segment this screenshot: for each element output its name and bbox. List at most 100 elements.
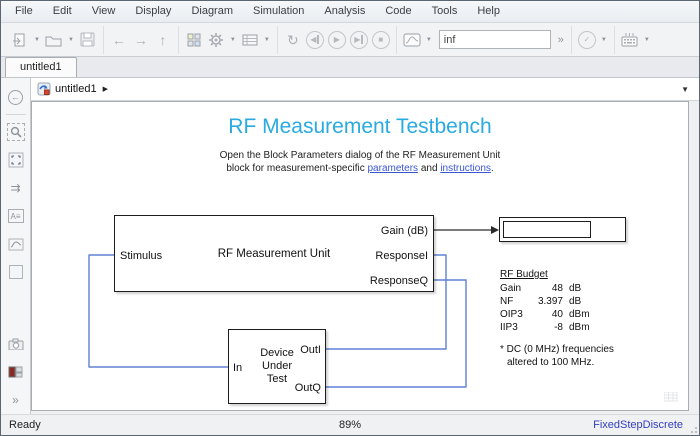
editor-pane: untitled1 ▶ ▼ RF Measurement Testbench O… <box>31 78 699 414</box>
menu-diagram[interactable]: Diagram <box>181 1 243 22</box>
run-button[interactable]: ▶ <box>326 29 348 51</box>
menu-display[interactable]: Display <box>125 1 181 22</box>
toolbar-overflow-chevrons[interactable]: » <box>555 34 567 46</box>
solver-label[interactable]: FixedStepDiscrete <box>593 419 699 431</box>
open-dropdown-caret[interactable]: ▼ <box>65 37 77 43</box>
zoom-button[interactable] <box>5 121 27 143</box>
fit-to-view-icon <box>8 152 24 168</box>
breadcrumb-arrow-icon[interactable]: ▶ <box>103 85 108 93</box>
annotation-button[interactable]: A≡ <box>5 205 27 227</box>
menu-view[interactable]: View <box>82 1 126 22</box>
palette-sidebar: ← ⇉ A≡ <box>1 78 31 414</box>
rf-budget-annotation[interactable]: RF Budget Gain48dB NF3.397dB OIP340dBm I… <box>500 268 614 369</box>
wire-responseQ[interactable] <box>326 280 466 387</box>
device-under-test-block[interactable]: Device Under Test In OutI OutQ <box>228 329 326 404</box>
zoom-icon <box>7 123 25 141</box>
toolbar-debug-group: ▼ <box>615 26 657 54</box>
port-responseQ: ResponseQ <box>370 275 428 287</box>
debug-button[interactable] <box>619 29 641 51</box>
simulink-window: File Edit View Display Diagram Simulatio… <box>0 0 700 436</box>
menu-file[interactable]: File <box>5 1 43 22</box>
rf-budget-row: IIP3-8dBm <box>500 321 614 334</box>
rf-measurement-unit-block[interactable]: RF Measurement Unit Stimulus Gain (dB) R… <box>114 215 434 292</box>
gain-display-block[interactable] <box>499 217 626 242</box>
area-button[interactable] <box>5 261 27 283</box>
menu-help[interactable]: Help <box>467 1 510 22</box>
tab-bar: untitled1 <box>1 57 699 78</box>
update-diagram-icon: ↻ <box>287 33 299 47</box>
step-forward-icon: ▶ <box>350 31 368 49</box>
stop-icon: ■ <box>372 31 390 49</box>
rf-budget-footnote: * DC (0 MHz) frequencies altered to 100 … <box>500 343 614 369</box>
curve-icon <box>8 238 24 251</box>
toolbar-check-group: ✓ ▼ <box>572 26 615 54</box>
breadcrumb: untitled1 ▶ ▼ <box>31 78 699 101</box>
status-bar: Ready 89% FixedStepDiscrete <box>1 414 699 435</box>
save-icon <box>80 32 95 47</box>
model-canvas[interactable]: RF Measurement Testbench Open the Block … <box>31 101 689 411</box>
back-button[interactable]: ← <box>108 29 130 51</box>
model-settings-button[interactable] <box>205 29 227 51</box>
up-icon: ↑ <box>159 33 166 47</box>
menu-analysis[interactable]: Analysis <box>314 1 375 22</box>
rf-budget-row: OIP340dBm <box>500 308 614 321</box>
scope-icon <box>403 33 421 47</box>
model-advisor-button[interactable]: ✓ <box>576 29 598 51</box>
toolbar-file-group: ▼ ▼ <box>5 26 104 54</box>
table-dropdown-caret[interactable]: ▼ <box>261 37 273 43</box>
model-data-editor-button[interactable] <box>239 29 261 51</box>
step-forward-button[interactable]: ▶ <box>348 29 370 51</box>
canvas-wrap: RF Measurement Testbench Open the Block … <box>31 101 699 414</box>
toolbar-simtime-group: ▼ » <box>397 26 572 54</box>
tab-untitled1[interactable]: untitled1 <box>5 57 77 77</box>
signal-arrows-icon: ⇉ <box>10 182 20 194</box>
toolbar: ▼ ▼ ← → ↑ <box>1 23 699 57</box>
breadcrumb-model-name[interactable]: untitled1 <box>55 83 97 95</box>
sidebar-expand-button[interactable]: » <box>5 389 27 411</box>
area-box-icon <box>9 265 23 279</box>
toolbar-nav-group: ← → ↑ <box>104 26 179 54</box>
menu-code[interactable]: Code <box>375 1 421 22</box>
debug-dropdown-caret[interactable]: ▼ <box>641 37 653 43</box>
update-diagram-button[interactable]: ↻ <box>282 29 304 51</box>
simulation-mode-button[interactable] <box>401 29 423 51</box>
open-button[interactable] <box>43 29 65 51</box>
stop-button[interactable]: ■ <box>370 29 392 51</box>
up-button[interactable]: ↑ <box>152 29 174 51</box>
sidebar-back-icon: ← <box>8 90 23 105</box>
advisor-dropdown-caret[interactable]: ▼ <box>598 37 610 43</box>
fit-to-view-button[interactable] <box>5 149 27 171</box>
camera-icon <box>8 338 24 350</box>
port-outI: OutI <box>300 344 321 356</box>
menu-tools[interactable]: Tools <box>422 1 468 22</box>
save-button[interactable] <box>77 29 99 51</box>
canvas-badge-icon <box>664 392 678 402</box>
hide-browser-button[interactable]: ← <box>5 86 27 108</box>
wire-gain-arrowhead <box>491 226 499 234</box>
step-back-icon: ◀ <box>306 31 324 49</box>
keyboard-icon <box>621 32 638 47</box>
screenshot-button[interactable] <box>5 333 27 355</box>
simmode-dropdown-caret[interactable]: ▼ <box>423 37 435 43</box>
forward-icon: → <box>134 33 148 47</box>
model-browser-icon <box>8 365 23 379</box>
forward-button[interactable]: → <box>130 29 152 51</box>
step-back-button[interactable]: ◀ <box>304 29 326 51</box>
new-model-button[interactable] <box>9 29 31 51</box>
library-browser-button[interactable] <box>183 29 205 51</box>
settings-dropdown-caret[interactable]: ▼ <box>227 37 239 43</box>
rf-budget-row: Gain48dB <box>500 282 614 295</box>
new-model-dropdown-caret[interactable]: ▼ <box>31 37 43 43</box>
rf-budget-row: NF3.397dB <box>500 295 614 308</box>
sim-stop-time-input[interactable] <box>439 30 551 49</box>
model-icon <box>37 82 51 96</box>
signal-routing-button[interactable]: ⇉ <box>5 177 27 199</box>
port-outQ: OutQ <box>295 382 321 394</box>
menu-edit[interactable]: Edit <box>43 1 82 22</box>
annotation-icon: A≡ <box>8 209 24 223</box>
menu-simulation[interactable]: Simulation <box>243 1 314 22</box>
breadcrumb-dropdown-icon[interactable]: ▼ <box>681 85 693 94</box>
curve-annotation-button[interactable] <box>5 233 27 255</box>
resize-grip[interactable] <box>688 424 697 433</box>
model-browser-button[interactable] <box>5 361 27 383</box>
